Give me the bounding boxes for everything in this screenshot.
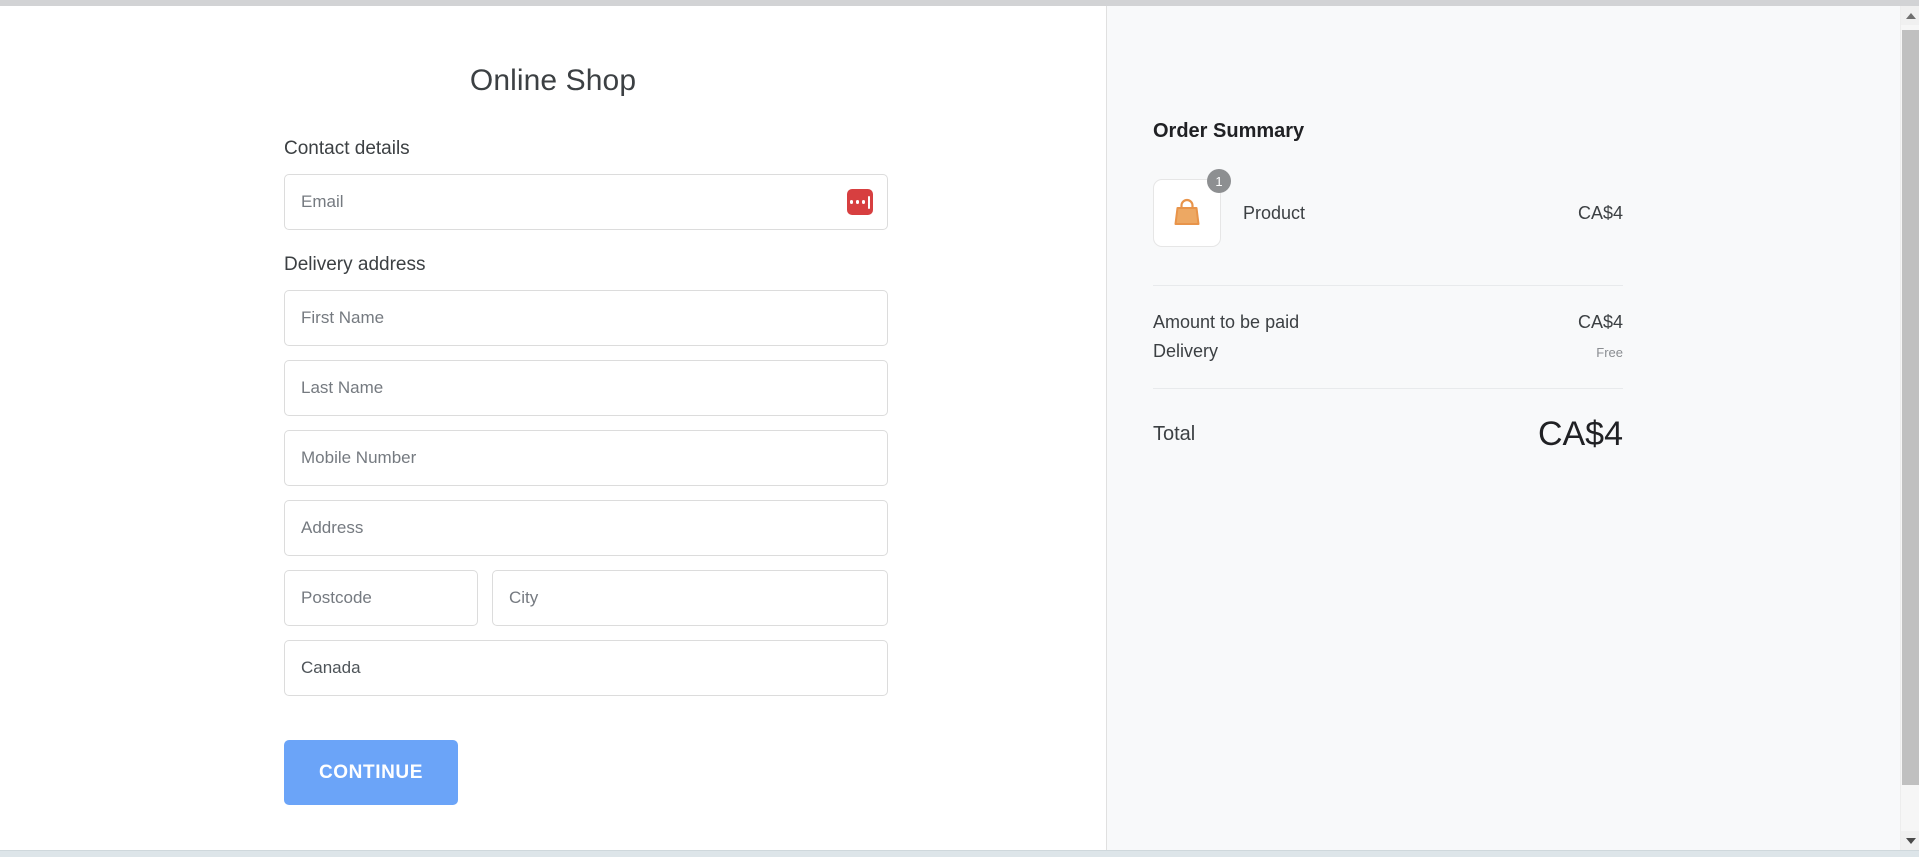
address-placeholder: Address xyxy=(301,518,364,537)
city-placeholder: City xyxy=(509,588,539,607)
delivery-row: Delivery Free xyxy=(1153,341,1623,362)
product-quantity-badge: 1 xyxy=(1207,169,1231,193)
first-name-placeholder: First Name xyxy=(301,308,385,327)
delivery-label: Delivery xyxy=(1153,341,1219,361)
order-summary: Order Summary 1 Product CA$4 Amount to b… xyxy=(1153,6,1623,454)
lastpass-autofill-icon[interactable] xyxy=(847,189,873,215)
checkout-form: Contact details Email Delivery address F… xyxy=(284,98,888,805)
product-price: CA$4 xyxy=(1577,202,1623,223)
product-name: Product xyxy=(1243,202,1306,223)
last-name-placeholder: Last Name xyxy=(301,378,384,397)
country-value: Canada xyxy=(301,658,361,677)
address-field[interactable]: Address xyxy=(284,500,888,556)
browser-bottom-strip xyxy=(0,850,1919,857)
scroll-up-arrow-icon[interactable] xyxy=(1901,6,1919,25)
continue-button[interactable]: CONTINUE xyxy=(284,740,458,805)
first-name-field[interactable]: First Name xyxy=(284,290,888,346)
last-name-field[interactable]: Last Name xyxy=(284,360,888,416)
scroll-down-arrow-icon[interactable] xyxy=(1901,831,1919,850)
city-field[interactable]: City xyxy=(492,570,888,626)
order-totals: Amount to be paid CA$4 Delivery Free xyxy=(1153,286,1623,389)
product-thumbnail-wrap: 1 xyxy=(1153,169,1231,247)
grand-total-label: Total xyxy=(1153,423,1196,445)
mobile-number-placeholder: Mobile Number xyxy=(301,448,417,467)
amount-to-be-paid-row: Amount to be paid CA$4 xyxy=(1153,312,1623,333)
mobile-number-field[interactable]: Mobile Number xyxy=(284,430,888,486)
shopping-bag-icon xyxy=(1174,198,1200,225)
page-title: Online Shop xyxy=(469,64,637,97)
postcode-field[interactable]: Postcode xyxy=(284,570,478,626)
country-field[interactable]: Canada xyxy=(284,640,888,696)
amount-to-be-paid-value: CA$4 xyxy=(1577,312,1623,332)
order-summary-panel: Order Summary 1 Product CA$4 Amount to b… xyxy=(1107,6,1900,850)
checkout-page: Online Shop Contact details Email Delive… xyxy=(0,6,1900,850)
contact-details-heading: Contact details xyxy=(284,138,410,159)
delivery-value: Free xyxy=(1596,345,1623,360)
order-item-row: 1 Product CA$4 xyxy=(1153,169,1623,286)
checkout-form-panel: Online Shop Contact details Email Delive… xyxy=(0,6,1107,850)
email-field[interactable]: Email xyxy=(284,174,888,230)
page-scrollbar[interactable] xyxy=(1900,6,1919,850)
grand-total-row: Total CA$4 xyxy=(1153,389,1623,454)
postcode-city-row: Postcode City xyxy=(284,570,888,626)
delivery-address-heading: Delivery address xyxy=(284,254,426,275)
scrollbar-thumb[interactable] xyxy=(1902,30,1919,785)
postcode-placeholder: Postcode xyxy=(301,588,372,607)
email-placeholder: Email xyxy=(301,192,344,211)
amount-to-be-paid-label: Amount to be paid xyxy=(1153,312,1300,332)
grand-total-value: CA$4 xyxy=(1537,415,1623,453)
order-summary-heading: Order Summary xyxy=(1153,120,1305,142)
